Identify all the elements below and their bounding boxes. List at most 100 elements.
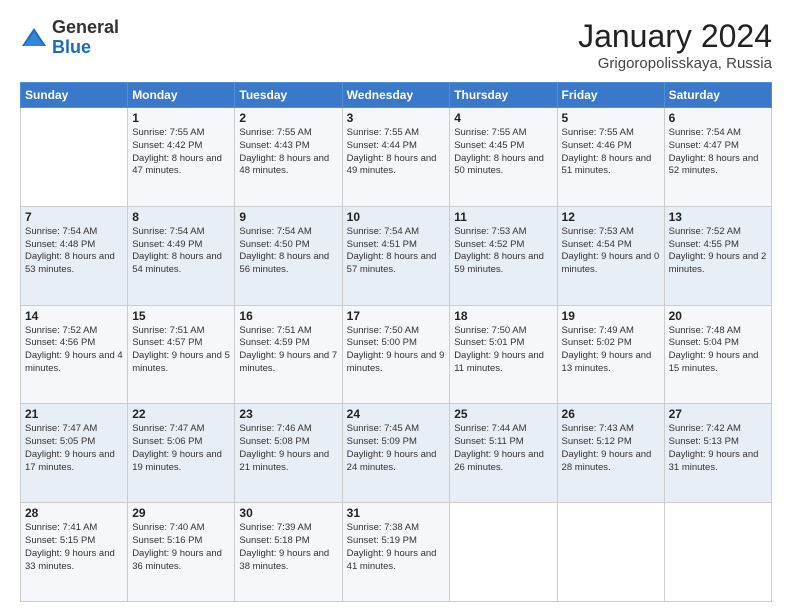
calendar-cell (450, 503, 557, 602)
day-number: 2 (239, 111, 337, 125)
calendar-week-row: 1 Sunrise: 7:55 AM Sunset: 4:42 PM Daylig… (21, 108, 772, 207)
calendar-cell: 11 Sunrise: 7:53 AM Sunset: 4:52 PM Dayli… (450, 206, 557, 305)
cell-info: Sunrise: 7:54 AM Sunset: 4:50 PM Dayligh… (239, 226, 337, 277)
day-number: 7 (25, 210, 123, 224)
calendar-cell: 17Sunrise: 7:50 AM Sunset: 5:00 PM Dayli… (342, 305, 450, 404)
page: General Blue January 2024 Grigoropolissk… (0, 0, 792, 612)
logo-blue: Blue (52, 38, 119, 58)
cell-info: Sunrise: 7:49 AM Sunset: 5:02 PM Dayligh… (562, 325, 660, 376)
calendar-cell: 18 Sunrise: 7:50 AM Sunset: 5:01 PM Dayli… (450, 305, 557, 404)
day-number: 30 (239, 506, 337, 520)
calendar-cell: 22Sunrise: 7:47 AM Sunset: 5:06 PM Dayli… (128, 404, 235, 503)
calendar-cell: 1 Sunrise: 7:55 AM Sunset: 4:42 PM Daylig… (128, 108, 235, 207)
cell-info: Sunrise: 7:42 AM Sunset: 5:13 PM Dayligh… (669, 423, 767, 474)
day-number: 13 (669, 210, 767, 224)
cell-info: Sunrise: 7:41 AM Sunset: 5:15 PM Dayligh… (25, 522, 123, 573)
day-number: 28 (25, 506, 123, 520)
weekday-header-wednesday: Wednesday (342, 83, 450, 108)
cell-info: Sunrise: 7:39 AM Sunset: 5:18 PM Dayligh… (239, 522, 337, 573)
title-area: January 2024 Grigoropolisskaya, Russia (578, 18, 772, 72)
calendar-week-row: 28 Sunrise: 7:41 AM Sunset: 5:15 PM Dayli… (21, 503, 772, 602)
cell-info: Sunrise: 7:55 AM Sunset: 4:43 PM Dayligh… (239, 127, 337, 178)
calendar-cell: 21 Sunrise: 7:47 AM Sunset: 5:05 PM Dayli… (21, 404, 128, 503)
cell-info: Sunrise: 7:51 AM Sunset: 4:59 PM Dayligh… (239, 325, 337, 376)
calendar-cell: 6Sunrise: 7:54 AM Sunset: 4:47 PM Daylig… (664, 108, 771, 207)
cell-info: Sunrise: 7:53 AM Sunset: 4:54 PM Dayligh… (562, 226, 660, 277)
cell-info: Sunrise: 7:38 AM Sunset: 5:19 PM Dayligh… (347, 522, 446, 573)
cell-info: Sunrise: 7:52 AM Sunset: 4:56 PM Dayligh… (25, 325, 123, 376)
calendar-week-row: 21 Sunrise: 7:47 AM Sunset: 5:05 PM Dayli… (21, 404, 772, 503)
calendar-cell: 14 Sunrise: 7:52 AM Sunset: 4:56 PM Dayli… (21, 305, 128, 404)
calendar-cell: 13 Sunrise: 7:52 AM Sunset: 4:55 PM Dayli… (664, 206, 771, 305)
cell-info: Sunrise: 7:50 AM Sunset: 5:01 PM Dayligh… (454, 325, 552, 376)
day-number: 22 (132, 407, 230, 421)
day-number: 20 (669, 309, 767, 323)
day-number: 14 (25, 309, 123, 323)
day-number: 25 (454, 407, 552, 421)
cell-info: Sunrise: 7:55 AM Sunset: 4:44 PM Dayligh… (347, 127, 446, 178)
calendar-cell: 15 Sunrise: 7:51 AM Sunset: 4:57 PM Dayli… (128, 305, 235, 404)
day-number: 23 (239, 407, 337, 421)
day-number: 17 (347, 309, 446, 323)
day-number: 19 (562, 309, 660, 323)
weekday-header-monday: Monday (128, 83, 235, 108)
calendar-cell: 24Sunrise: 7:45 AM Sunset: 5:09 PM Dayli… (342, 404, 450, 503)
calendar-cell: 25Sunrise: 7:44 AM Sunset: 5:11 PM Dayli… (450, 404, 557, 503)
location: Grigoropolisskaya, Russia (578, 55, 772, 72)
logo-icon (20, 24, 48, 52)
cell-info: Sunrise: 7:48 AM Sunset: 5:04 PM Dayligh… (669, 325, 767, 376)
calendar-week-row: 14 Sunrise: 7:52 AM Sunset: 4:56 PM Dayli… (21, 305, 772, 404)
cell-info: Sunrise: 7:54 AM Sunset: 4:48 PM Dayligh… (25, 226, 123, 277)
day-number: 5 (562, 111, 660, 125)
month-title: January 2024 (578, 18, 772, 55)
calendar-cell: 31 Sunrise: 7:38 AM Sunset: 5:19 PM Dayli… (342, 503, 450, 602)
day-number: 21 (25, 407, 123, 421)
logo-text: General Blue (52, 18, 119, 58)
calendar-cell: 3Sunrise: 7:55 AM Sunset: 4:44 PM Daylig… (342, 108, 450, 207)
cell-info: Sunrise: 7:45 AM Sunset: 5:09 PM Dayligh… (347, 423, 446, 474)
day-number: 29 (132, 506, 230, 520)
day-number: 1 (132, 111, 230, 125)
day-number: 9 (239, 210, 337, 224)
logo: General Blue (20, 18, 119, 58)
calendar-cell (664, 503, 771, 602)
day-number: 18 (454, 309, 552, 323)
calendar-cell: 10 Sunrise: 7:54 AM Sunset: 4:51 PM Dayli… (342, 206, 450, 305)
cell-info: Sunrise: 7:43 AM Sunset: 5:12 PM Dayligh… (562, 423, 660, 474)
cell-info: Sunrise: 7:55 AM Sunset: 4:42 PM Dayligh… (132, 127, 230, 178)
cell-info: Sunrise: 7:47 AM Sunset: 5:05 PM Dayligh… (25, 423, 123, 474)
day-number: 4 (454, 111, 552, 125)
cell-info: Sunrise: 7:52 AM Sunset: 4:55 PM Dayligh… (669, 226, 767, 277)
calendar-cell: 8Sunrise: 7:54 AM Sunset: 4:49 PM Daylig… (128, 206, 235, 305)
header: General Blue January 2024 Grigoropolissk… (20, 18, 772, 72)
calendar-week-row: 7 Sunrise: 7:54 AM Sunset: 4:48 PM Daylig… (21, 206, 772, 305)
calendar-cell: 16 Sunrise: 7:51 AM Sunset: 4:59 PM Dayli… (235, 305, 342, 404)
weekday-header-tuesday: Tuesday (235, 83, 342, 108)
cell-info: Sunrise: 7:55 AM Sunset: 4:45 PM Dayligh… (454, 127, 552, 178)
calendar-cell: 28 Sunrise: 7:41 AM Sunset: 5:15 PM Dayli… (21, 503, 128, 602)
cell-info: Sunrise: 7:51 AM Sunset: 4:57 PM Dayligh… (132, 325, 230, 376)
day-number: 26 (562, 407, 660, 421)
calendar-cell: 20 Sunrise: 7:48 AM Sunset: 5:04 PM Dayli… (664, 305, 771, 404)
cell-info: Sunrise: 7:54 AM Sunset: 4:51 PM Dayligh… (347, 226, 446, 277)
calendar-cell (21, 108, 128, 207)
day-number: 15 (132, 309, 230, 323)
day-number: 16 (239, 309, 337, 323)
cell-info: Sunrise: 7:53 AM Sunset: 4:52 PM Dayligh… (454, 226, 552, 277)
calendar-cell: 19 Sunrise: 7:49 AM Sunset: 5:02 PM Dayli… (557, 305, 664, 404)
calendar-cell: 26 Sunrise: 7:43 AM Sunset: 5:12 PM Dayli… (557, 404, 664, 503)
day-number: 12 (562, 210, 660, 224)
day-number: 27 (669, 407, 767, 421)
calendar-table: SundayMondayTuesdayWednesdayThursdayFrid… (20, 82, 772, 602)
weekday-header-thursday: Thursday (450, 83, 557, 108)
day-number: 11 (454, 210, 552, 224)
calendar-cell: 2 Sunrise: 7:55 AM Sunset: 4:43 PM Daylig… (235, 108, 342, 207)
cell-info: Sunrise: 7:55 AM Sunset: 4:46 PM Dayligh… (562, 127, 660, 178)
weekday-header-friday: Friday (557, 83, 664, 108)
calendar-cell: 23Sunrise: 7:46 AM Sunset: 5:08 PM Dayli… (235, 404, 342, 503)
calendar-cell: 9 Sunrise: 7:54 AM Sunset: 4:50 PM Daylig… (235, 206, 342, 305)
day-number: 10 (347, 210, 446, 224)
day-number: 31 (347, 506, 446, 520)
calendar-cell: 30 Sunrise: 7:39 AM Sunset: 5:18 PM Dayli… (235, 503, 342, 602)
calendar-cell: 12 Sunrise: 7:53 AM Sunset: 4:54 PM Dayli… (557, 206, 664, 305)
